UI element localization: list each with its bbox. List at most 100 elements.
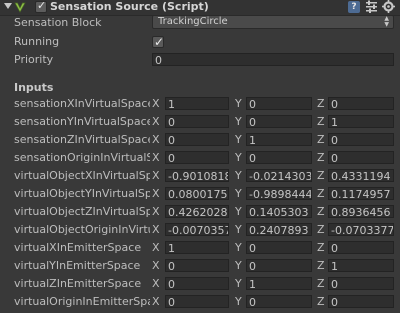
- vector-row-label: virtualObjectOriginInVirtu: [14, 223, 150, 236]
- x-value-field[interactable]: 0: [165, 151, 229, 164]
- x-axis-label: X: [152, 259, 160, 272]
- vector-row-label: sensationOriginInVirtualS: [14, 151, 150, 164]
- x-axis-label: X: [152, 187, 160, 200]
- z-value-field[interactable]: -0.0703377: [328, 223, 394, 236]
- vector-row-label: virtualObjectXInVirtualSp: [14, 169, 150, 182]
- z-value-field[interactable]: 0: [328, 295, 394, 308]
- vector-row-label: virtualZInEmitterSpace: [14, 277, 142, 290]
- y-value-field[interactable]: -0.0214303: [246, 169, 312, 182]
- foldout-arrow-icon[interactable]: [4, 3, 12, 9]
- z-value-field[interactable]: 1: [328, 259, 394, 272]
- sensation-block-value: TrackingCircle: [158, 16, 228, 27]
- x-axis-label: X: [152, 223, 160, 236]
- y-axis-label: Y: [235, 97, 242, 110]
- help-icon[interactable]: ?: [348, 1, 360, 13]
- priority-label: Priority: [14, 53, 54, 66]
- y-axis-label: Y: [235, 241, 242, 254]
- presets-icon[interactable]: [365, 0, 378, 13]
- vector-row-label: sensationYInVirtualSpace: [14, 115, 150, 128]
- y-axis-label: Y: [235, 223, 242, 236]
- x-value-field[interactable]: 0: [165, 133, 229, 146]
- z-value-field[interactable]: 0: [328, 97, 394, 110]
- vector-row-label: virtualObjectZInVirtualSp: [14, 205, 150, 218]
- vector-row-label: sensationXInVirtualSpace: [14, 97, 150, 110]
- z-value-field[interactable]: 0: [328, 241, 394, 254]
- x-axis-label: X: [152, 169, 160, 182]
- x-value-field[interactable]: -0.0070357: [165, 223, 229, 236]
- running-checkbox[interactable]: ✓: [152, 35, 165, 49]
- x-value-field[interactable]: 0: [165, 277, 229, 290]
- inputs-heading: Inputs: [14, 81, 54, 94]
- script-icon: [14, 2, 26, 13]
- vector-row-label: sensationZInVirtualSpace: [14, 133, 150, 146]
- vector-row-label: virtualObjectYInVirtualSp: [14, 187, 150, 200]
- x-axis-label: X: [152, 97, 160, 110]
- y-value-field[interactable]: 1: [246, 277, 312, 290]
- sensation-block-label: Sensation Block: [14, 16, 102, 29]
- y-value-field[interactable]: 0: [246, 151, 312, 164]
- z-axis-label: Z: [317, 169, 325, 182]
- x-axis-label: X: [152, 133, 160, 146]
- component-enabled-checkbox[interactable]: ✓: [35, 0, 47, 13]
- y-axis-label: Y: [235, 151, 242, 164]
- z-value-field[interactable]: 0.8936456: [328, 205, 394, 218]
- vector-row-label: virtualOriginInEmitterSpa: [14, 295, 150, 308]
- z-axis-label: Z: [317, 133, 325, 146]
- dropdown-arrows-icon: ▲ ▼: [384, 15, 389, 28]
- y-axis-label: Y: [235, 295, 242, 308]
- y-axis-label: Y: [235, 187, 242, 200]
- y-value-field[interactable]: 0.1405303: [246, 205, 312, 218]
- x-axis-label: X: [152, 277, 160, 290]
- gear-icon[interactable]: [382, 0, 395, 13]
- z-axis-label: Z: [317, 151, 325, 164]
- x-value-field[interactable]: -0.9010818: [165, 169, 229, 182]
- y-value-field[interactable]: 0: [246, 259, 312, 272]
- checkmark-icon: ✓: [37, 0, 47, 12]
- z-value-field[interactable]: 0: [328, 133, 394, 146]
- x-value-field[interactable]: 1: [165, 97, 229, 110]
- z-axis-label: Z: [317, 97, 325, 110]
- y-value-field[interactable]: -0.9898444: [246, 187, 312, 200]
- x-axis-label: X: [152, 151, 160, 164]
- x-value-field[interactable]: 0.4262028: [165, 205, 229, 218]
- x-value-field[interactable]: 1: [165, 241, 229, 254]
- x-value-field[interactable]: 0.0800175: [165, 187, 229, 200]
- y-value-field[interactable]: 0.2407893: [246, 223, 312, 236]
- running-label: Running: [14, 35, 60, 48]
- z-axis-label: Z: [317, 295, 325, 308]
- z-axis-label: Z: [317, 187, 325, 200]
- z-axis-label: Z: [317, 259, 325, 272]
- y-value-field[interactable]: 1: [246, 133, 312, 146]
- z-axis-label: Z: [317, 115, 325, 128]
- z-axis-label: Z: [317, 205, 325, 218]
- y-value-field[interactable]: 0: [246, 115, 312, 128]
- x-axis-label: X: [152, 115, 160, 128]
- sensation-block-dropdown[interactable]: TrackingCircle ▲ ▼: [152, 15, 394, 29]
- x-value-field[interactable]: 0: [165, 295, 229, 308]
- x-axis-label: X: [152, 241, 160, 254]
- y-value-field[interactable]: 0: [246, 97, 312, 110]
- y-value-field[interactable]: 0: [246, 241, 312, 254]
- component-title: Sensation Source (Script): [50, 0, 209, 13]
- vector-row-label: virtualYInEmitterSpace: [14, 259, 141, 272]
- z-value-field[interactable]: 0.1174957: [328, 187, 394, 200]
- z-value-field[interactable]: 0: [328, 151, 394, 164]
- z-axis-label: Z: [317, 241, 325, 254]
- z-value-field[interactable]: 1: [328, 115, 394, 128]
- y-value-field[interactable]: 0: [246, 295, 312, 308]
- x-axis-label: X: [152, 205, 160, 218]
- y-axis-label: Y: [235, 115, 242, 128]
- checkmark-icon: ✓: [154, 35, 165, 49]
- component-header: ✓ Sensation Source (Script) ?: [0, 0, 400, 16]
- y-axis-label: Y: [235, 259, 242, 272]
- x-value-field[interactable]: 0: [165, 259, 229, 272]
- x-value-field[interactable]: 0: [165, 115, 229, 128]
- vector-row-label: virtualXInEmitterSpace: [14, 241, 142, 254]
- z-axis-label: Z: [317, 223, 325, 236]
- y-axis-label: Y: [235, 277, 242, 290]
- y-axis-label: Y: [235, 205, 242, 218]
- priority-field[interactable]: 0: [152, 53, 394, 66]
- z-value-field[interactable]: 0: [328, 277, 394, 290]
- z-value-field[interactable]: 0.4331194: [328, 169, 394, 182]
- y-axis-label: Y: [235, 133, 242, 146]
